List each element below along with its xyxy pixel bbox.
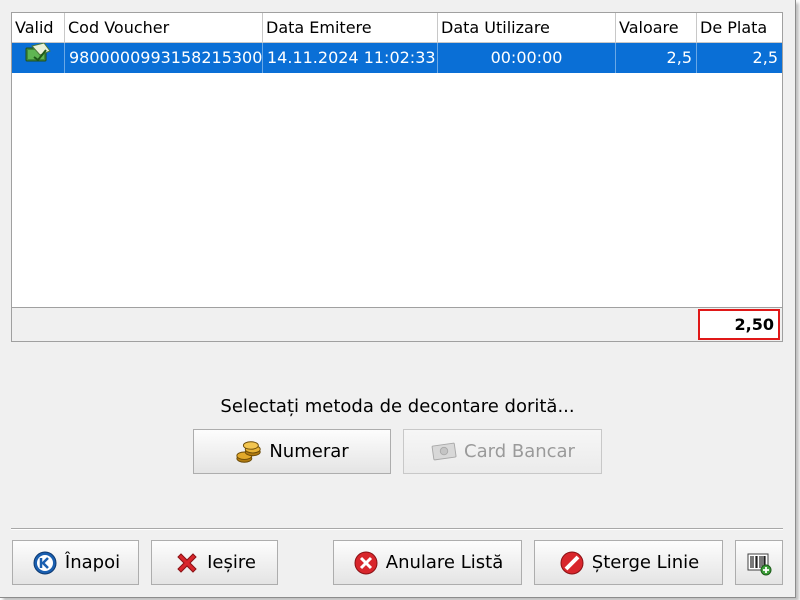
column-header-cod-voucher[interactable]: Cod Voucher — [65, 13, 263, 43]
iesire-button[interactable]: Ieșire — [151, 540, 278, 585]
column-header-valid[interactable]: Valid — [12, 13, 65, 43]
cancel-circle-icon — [352, 549, 380, 577]
banknote-icon — [430, 438, 458, 466]
red-x-icon — [173, 549, 201, 577]
cell-data-utilizare: 00:00:00 — [438, 43, 616, 73]
cell-de-plata: 2,5 — [752, 48, 778, 67]
sterge-linie-button-label: Șterge Linie — [591, 552, 700, 573]
column-header-data-utilizare[interactable]: Data Utilizare — [438, 13, 616, 43]
cell-valid — [12, 43, 65, 73]
cell-cod-voucher: 98000009931582153000 — [65, 43, 263, 73]
barcode-icon — [745, 549, 773, 577]
no-entry-icon — [558, 549, 586, 577]
total-value: 2,50 — [698, 309, 780, 340]
card-bancar-button[interactable]: Card Bancar — [403, 429, 602, 474]
anulare-lista-button[interactable]: Anulare Listă — [333, 540, 522, 585]
valid-voucher-icon — [24, 43, 52, 73]
column-header-data-emitere[interactable]: Data Emitere — [263, 13, 438, 43]
grid-header: Valid Cod Voucher Data Emitere Data Util… — [12, 13, 782, 43]
numerar-button-label: Numerar — [269, 441, 349, 462]
card-bancar-button-label: Card Bancar — [464, 441, 575, 462]
anulare-lista-button-label: Anulare Listă — [385, 552, 504, 573]
sterge-linie-button[interactable]: Șterge Linie — [534, 540, 723, 585]
coins-icon — [235, 438, 263, 466]
grid-footer: 2,50 — [12, 308, 782, 341]
toolbar-divider-highlight — [11, 529, 783, 530]
voucher-grid[interactable]: Valid Cod Voucher Data Emitere Data Util… — [11, 12, 783, 342]
cell-data-emitere: 14.11.2024 11:02:33 — [263, 43, 438, 73]
voucher-window: Valid Cod Voucher Data Emitere Data Util… — [0, 0, 796, 598]
iesire-button-label: Ieșire — [207, 552, 256, 573]
column-header-valoare[interactable]: Valoare — [616, 13, 697, 43]
table-row[interactable]: 98000009931582153000 14.11.2024 11:02:33… — [12, 43, 782, 73]
cell-valoare: 2,5 — [616, 43, 697, 73]
inapoi-button[interactable]: Înapoi — [12, 540, 139, 585]
numerar-button[interactable]: Numerar — [193, 429, 391, 474]
barcode-button[interactable] — [735, 540, 783, 585]
inapoi-button-label: Înapoi — [64, 552, 121, 573]
back-arrow-icon — [31, 549, 59, 577]
column-header-de-plata[interactable]: De Plata — [697, 13, 782, 43]
payment-prompt: Selectați metoda de decontare dorită... — [220, 396, 575, 417]
